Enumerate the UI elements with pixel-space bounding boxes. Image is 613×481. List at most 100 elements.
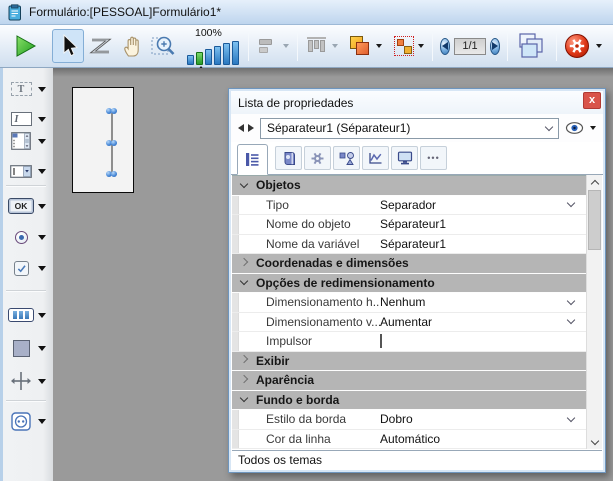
- property-row[interactable]: Impulsor: [232, 332, 588, 352]
- chevron-down-icon[interactable]: [567, 297, 575, 305]
- zoom-bar[interactable]: [205, 49, 212, 65]
- dropdown-arrow-icon[interactable]: [38, 266, 46, 271]
- object-nav-buttons[interactable]: [236, 122, 256, 134]
- layers-button[interactable]: [345, 29, 385, 63]
- group-icon: [394, 36, 414, 56]
- property-value[interactable]: Séparateur1: [380, 217, 588, 231]
- zoom-bar[interactable]: [214, 46, 221, 65]
- property-row[interactable]: Nome da variávelSéparateur1: [232, 235, 588, 255]
- scroll-down-button[interactable]: [587, 435, 602, 449]
- dropdown-arrow-icon[interactable]: [38, 346, 46, 351]
- scrollbar[interactable]: [586, 175, 602, 449]
- row-gutter: [232, 215, 239, 234]
- property-row[interactable]: Nome do objetoSéparateur1: [232, 215, 588, 235]
- shapes-icon: [339, 151, 355, 166]
- previous-page-button[interactable]: [440, 38, 450, 55]
- property-value[interactable]: Automático: [380, 432, 588, 446]
- toolbar-separator: [556, 31, 557, 61]
- layers-icon: [348, 35, 372, 57]
- splitter-glyph: [10, 371, 32, 391]
- zoom-bar[interactable]: [223, 43, 230, 65]
- tab-monitor[interactable]: [391, 146, 418, 170]
- listbox-glyph: [11, 132, 31, 150]
- dropdown-arrow-icon[interactable]: [38, 139, 46, 144]
- form-page[interactable]: [72, 87, 134, 193]
- object-selector-dropdown[interactable]: Séparateur1 (Séparateur1): [260, 118, 559, 139]
- form-pages-button[interactable]: [513, 29, 551, 63]
- dropdown-arrow-icon[interactable]: [38, 117, 46, 122]
- zoom-bar[interactable]: [187, 55, 194, 65]
- entry-order-button[interactable]: [84, 29, 116, 63]
- row-gutter: [232, 313, 239, 332]
- impulsor-checkbox[interactable]: [380, 334, 382, 348]
- section-label: Coordenadas e dimensões: [256, 256, 409, 270]
- dropdown-arrow-icon[interactable]: [38, 379, 46, 384]
- dropdown-arrow-icon[interactable]: [38, 313, 46, 318]
- section-header[interactable]: Aparência: [232, 371, 588, 391]
- chevron-down-icon[interactable]: [567, 316, 575, 324]
- property-value[interactable]: Séparateur1: [380, 237, 588, 251]
- dropdown-arrow-icon[interactable]: [38, 419, 46, 424]
- themes-filter-label[interactable]: Todos os temas: [238, 453, 322, 467]
- property-row[interactable]: Dimensionamento h...Nenhum: [232, 293, 588, 313]
- property-row[interactable]: Estilo da bordaDobro: [232, 410, 588, 430]
- eye-icon: [565, 121, 584, 135]
- selection-handle[interactable]: [106, 171, 117, 177]
- tab-list[interactable]: [237, 144, 268, 175]
- window-titlebar[interactable]: Formulário:[PESSOAL]Formulário1*: [0, 0, 613, 25]
- input-tool-button[interactable]: I: [6, 108, 52, 130]
- splitter-tool-button[interactable]: [6, 370, 52, 392]
- checkbox-icon: [6, 261, 36, 276]
- tab-shapes[interactable]: [333, 146, 360, 170]
- section-header[interactable]: Objetos: [232, 176, 588, 196]
- pan-tool-button[interactable]: [116, 29, 148, 63]
- tab-gear[interactable]: [304, 146, 331, 170]
- segmented-glyph: [8, 308, 34, 322]
- tab-chart[interactable]: [362, 146, 389, 170]
- close-button[interactable]: x: [583, 92, 601, 109]
- radio-button-tool-button[interactable]: [6, 226, 52, 248]
- combobox-tool-button[interactable]: [6, 160, 52, 182]
- listbox-tool-button[interactable]: [6, 130, 52, 152]
- checkbox-tool-button[interactable]: [6, 257, 52, 279]
- execute-form-button[interactable]: [8, 29, 42, 63]
- dropdown-arrow-icon[interactable]: [38, 204, 46, 209]
- zoom-tool-button[interactable]: [148, 29, 181, 63]
- zoom-bars[interactable]: [187, 39, 239, 65]
- pointer-tool-button[interactable]: [52, 29, 84, 63]
- section-header[interactable]: Fundo e borda: [232, 391, 588, 411]
- chevron-down-icon[interactable]: [567, 414, 575, 422]
- scroll-up-button[interactable]: [587, 175, 602, 189]
- group-button[interactable]: [391, 29, 427, 63]
- rectangle-tool-button[interactable]: [6, 337, 52, 359]
- property-row[interactable]: TipoSeparador: [232, 196, 588, 216]
- dropdown-arrow-icon[interactable]: [38, 235, 46, 240]
- property-value[interactable]: Nenhum: [380, 295, 568, 309]
- property-row[interactable]: Dimensionamento v...Aumentar: [232, 313, 588, 333]
- property-value[interactable]: Separador: [380, 198, 568, 212]
- property-value[interactable]: Aumentar: [380, 315, 568, 329]
- tab-more[interactable]: •••: [420, 146, 447, 170]
- next-page-button[interactable]: [490, 38, 500, 55]
- section-header[interactable]: Opções de redimensionamento: [232, 274, 588, 294]
- dropdown-arrow-icon[interactable]: [38, 169, 46, 174]
- text-tool-button[interactable]: T: [6, 78, 52, 100]
- dropdown-arrow-icon[interactable]: [38, 87, 46, 92]
- selection-handle[interactable]: [106, 140, 117, 146]
- property-row[interactable]: Cor da linhaAutomático: [232, 430, 588, 450]
- plugin-area-tool-button[interactable]: [6, 410, 52, 432]
- section-header[interactable]: Exibir: [232, 352, 588, 372]
- segmented-button-tool-button[interactable]: [6, 304, 52, 326]
- button-tool-button[interactable]: OK: [6, 195, 52, 217]
- section-header[interactable]: Coordenadas e dimensões: [232, 254, 588, 274]
- property-value[interactable]: Dobro: [380, 412, 568, 426]
- tab-book[interactable]: [275, 146, 302, 170]
- selection-handle[interactable]: [106, 108, 117, 114]
- scrollbar-thumb[interactable]: [588, 190, 601, 250]
- panel-titlebar[interactable]: Lista de propriedades: [231, 91, 603, 114]
- zoom-bar[interactable]: [232, 41, 239, 65]
- settings-button[interactable]: [562, 29, 605, 63]
- zoom-bar-current[interactable]: [196, 52, 203, 65]
- view-options-button[interactable]: [563, 120, 598, 136]
- chevron-down-icon[interactable]: [567, 199, 575, 207]
